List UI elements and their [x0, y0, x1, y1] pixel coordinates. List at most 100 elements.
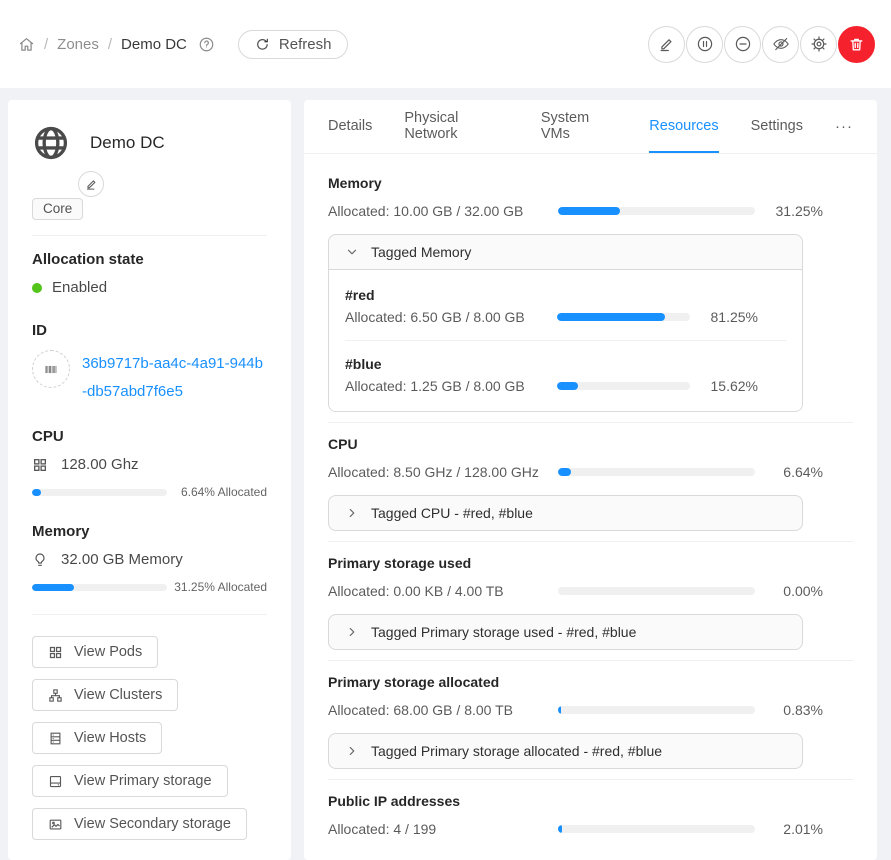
- divider: [328, 779, 853, 780]
- cpu-progress-bar: [32, 489, 167, 496]
- allocation-text: Allocated: 8.50 GHz / 128.00 GHz: [328, 464, 546, 480]
- hide-zone-button[interactable]: [762, 26, 799, 63]
- cpu-row: 128.00 Ghz: [32, 456, 267, 473]
- view-pods-button[interactable]: View Pods: [32, 636, 158, 668]
- chevron-right-icon: [346, 745, 358, 757]
- tab-resources[interactable]: Resources: [649, 100, 718, 153]
- question-circle-icon[interactable]: [198, 36, 215, 53]
- percent-label: 0.83%: [767, 702, 823, 718]
- allocation-row: Allocated: 1.25 GB / 8.00 GB 15.62%: [345, 375, 758, 397]
- divider: [32, 614, 267, 615]
- tagged-item-red: #red Allocated: 6.50 GB / 8.00 GB 81.25%: [345, 284, 786, 328]
- view-clusters-button[interactable]: View Clusters: [32, 679, 178, 711]
- tagged-primary-storage-allocated-panel: Tagged Primary storage allocated - #red,…: [328, 733, 803, 769]
- breadcrumb-separator: /: [108, 36, 112, 53]
- tagged-primary-storage-used-header[interactable]: Tagged Primary storage used - #red, #blu…: [329, 615, 802, 649]
- memory-value: 32.00 GB Memory: [61, 551, 183, 568]
- zone-id-value[interactable]: 36b9717b-aa4c-4a91-944b-db57abd7f6e5: [82, 350, 267, 406]
- tag-name: #blue: [345, 353, 786, 375]
- memory-row: 32.00 GB Memory: [32, 551, 267, 568]
- allocation-row: Allocated: 8.50 GHz / 128.00 GHz 6.64%: [328, 461, 823, 483]
- section-title: Memory: [328, 172, 853, 194]
- pause-circle-icon: [696, 35, 714, 53]
- edit-name-button[interactable]: [78, 171, 104, 197]
- disable-zone-button[interactable]: [724, 26, 761, 63]
- cpu-label: CPU: [32, 428, 267, 445]
- allocation-text: Allocated: 1.25 GB / 8.00 GB: [345, 378, 545, 394]
- cpu-value: 128.00 Ghz: [61, 456, 139, 473]
- allocation-text: Allocated: 6.50 GB / 8.00 GB: [345, 309, 545, 325]
- tab-physical-network[interactable]: Physical Network: [404, 100, 508, 153]
- edit-zone-button[interactable]: [648, 26, 685, 63]
- tagged-cpu-header[interactable]: Tagged CPU - #red, #blue: [329, 496, 802, 530]
- view-primary-storage-button[interactable]: View Primary storage: [32, 765, 228, 797]
- allocation-text: Allocated: 4 / 199: [328, 821, 546, 837]
- cluster-icon: [48, 688, 63, 703]
- tag-name: #red: [345, 284, 786, 306]
- tab-details[interactable]: Details: [328, 100, 372, 153]
- bulb-icon: [32, 552, 48, 568]
- tagged-primary-storage-used-panel: Tagged Primary storage used - #red, #blu…: [328, 614, 803, 650]
- view-hosts-button[interactable]: View Hosts: [32, 722, 162, 754]
- pause-zone-button[interactable]: [686, 26, 723, 63]
- tagged-primary-storage-allocated-header[interactable]: Tagged Primary storage allocated - #red,…: [329, 734, 802, 768]
- chevron-right-icon: [346, 626, 358, 638]
- progress-bar: [558, 706, 755, 714]
- section-title: Public IP addresses: [328, 790, 853, 812]
- progress-bar: [558, 468, 755, 476]
- settings-zone-button[interactable]: [800, 26, 837, 63]
- view-buttons: View Pods View Clusters View Hosts View …: [32, 636, 267, 840]
- grid-icon: [32, 457, 48, 473]
- progress-bar: [558, 825, 755, 833]
- id-row: 36b9717b-aa4c-4a91-944b-db57abd7f6e5: [32, 350, 267, 406]
- delete-zone-button[interactable]: [838, 26, 875, 63]
- picture-icon: [48, 817, 63, 832]
- memory-allocated-label: 31.25% Allocated: [174, 580, 267, 594]
- memory-progress-row: 31.25% Allocated: [32, 580, 267, 594]
- chevron-right-icon: [346, 507, 358, 519]
- tagged-cpu-panel: Tagged CPU - #red, #blue: [328, 495, 803, 531]
- cpu-progress-row: 6.64% Allocated: [32, 485, 267, 499]
- minus-circle-icon: [734, 35, 752, 53]
- globe-icon: [32, 124, 70, 162]
- allocation-row: Allocated: 0.00 KB / 4.00 TB 0.00%: [328, 580, 823, 602]
- tab-system-vms[interactable]: System VMs: [541, 100, 617, 153]
- resource-section-cpu: CPU Allocated: 8.50 GHz / 128.00 GHz 6.6…: [328, 433, 853, 531]
- memory-label: Memory: [32, 523, 267, 540]
- allocation-text: Allocated: 10.00 GB / 32.00 GB: [328, 203, 546, 219]
- memory-progress-bar: [32, 584, 167, 591]
- status-dot: [32, 283, 42, 293]
- allocation-row: Allocated: 68.00 GB / 8.00 TB 0.83%: [328, 699, 823, 721]
- allocation-state-row: Enabled: [32, 279, 267, 296]
- gear-icon: [810, 35, 828, 53]
- tab-more-button[interactable]: ···: [835, 100, 853, 153]
- resource-section-primary-storage-used: Primary storage used Allocated: 0.00 KB …: [328, 552, 853, 650]
- percent-label: 6.64%: [767, 464, 823, 480]
- id-label: ID: [32, 322, 267, 339]
- home-icon[interactable]: [18, 36, 35, 53]
- pencil-icon: [85, 178, 98, 191]
- tab-settings[interactable]: Settings: [751, 100, 803, 153]
- zone-detail-panel: Details Physical Network System VMs Reso…: [304, 100, 877, 860]
- tagged-memory-panel: Tagged Memory #red Allocated: 6.50 GB / …: [328, 234, 803, 412]
- view-secondary-storage-button[interactable]: View Secondary storage: [32, 808, 247, 840]
- tagged-memory-header[interactable]: Tagged Memory: [329, 235, 802, 269]
- allocation-row: Allocated: 4 / 199 2.01%: [328, 818, 823, 840]
- breadcrumb-zones[interactable]: Zones: [57, 36, 99, 53]
- zone-title: Demo DC: [90, 133, 165, 153]
- top-bar: / Zones / Demo DC Refresh: [0, 0, 891, 88]
- refresh-button[interactable]: Refresh: [238, 30, 349, 59]
- zone-info-panel: Demo DC Core Allocation state Enabled ID…: [8, 100, 291, 860]
- breadcrumb: / Zones / Demo DC Refresh: [18, 30, 348, 59]
- section-title: Primary storage allocated: [328, 671, 853, 693]
- chevron-down-icon: [346, 246, 358, 258]
- allocation-state-value: Enabled: [52, 279, 107, 296]
- progress-bar: [557, 313, 690, 321]
- barcode-icon[interactable]: [32, 350, 70, 388]
- zone-header: Demo DC: [32, 124, 267, 162]
- percent-label: 15.62%: [702, 378, 758, 394]
- percent-label: 2.01%: [767, 821, 823, 837]
- progress-bar: [557, 382, 690, 390]
- hdd-icon: [48, 774, 63, 789]
- zone-type-tag[interactable]: Core: [32, 198, 83, 220]
